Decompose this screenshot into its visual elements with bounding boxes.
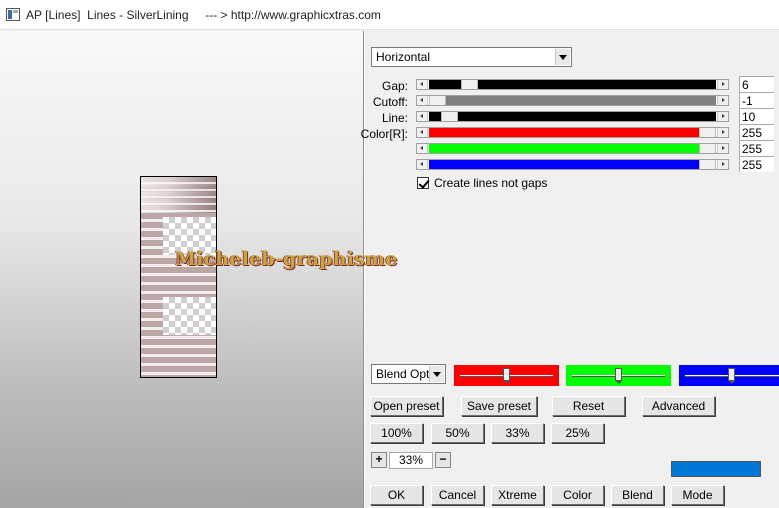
cutoff-track[interactable] [429, 96, 716, 105]
window-title: AP [Lines] Lines - SilverLining --- > ht… [26, 8, 381, 22]
reset-button[interactable]: Reset [552, 396, 625, 416]
open-preset-button[interactable]: Open preset [370, 396, 443, 416]
zoom-33-button[interactable]: 33% [491, 423, 544, 443]
color-button[interactable]: Color [551, 485, 604, 505]
ok-button[interactable]: OK [370, 485, 423, 505]
blend-green-slider[interactable] [566, 365, 671, 386]
cutoff-value-field[interactable]: -1 [739, 92, 774, 108]
zoom-50-button[interactable]: 50% [431, 423, 484, 443]
arrow-left-icon[interactable] [417, 144, 428, 153]
watermark-text: Micheleb-graphisme [175, 248, 398, 270]
blue-value: 255 [742, 158, 763, 172]
title-bar: AP [Lines] Lines - SilverLining --- > ht… [0, 0, 779, 30]
arrow-right-icon[interactable] [717, 80, 728, 89]
blend-red-thumb[interactable] [503, 368, 510, 384]
red-value: 255 [742, 126, 763, 140]
red-slider[interactable] [416, 127, 729, 138]
green-slider[interactable] [416, 143, 729, 154]
arrow-left-icon[interactable] [417, 80, 428, 89]
save-preset-button[interactable]: Save preset [461, 396, 537, 416]
blend-button[interactable]: Blend [611, 485, 664, 505]
gap-value-field[interactable]: 6 [739, 76, 774, 92]
blend-blue-slider[interactable] [679, 365, 779, 386]
blue-value-field[interactable]: 255 [739, 156, 774, 172]
green-track[interactable] [429, 144, 716, 153]
cutoff-label: Cutoff: [372, 95, 408, 109]
gap-slider[interactable] [416, 79, 729, 90]
app-icon [6, 8, 20, 21]
arrow-right-icon[interactable] [717, 128, 728, 137]
line-slider[interactable] [416, 111, 729, 122]
line-track[interactable] [429, 112, 716, 121]
arrow-right-icon[interactable] [717, 160, 728, 169]
xtreme-button[interactable]: Xtreme [491, 485, 544, 505]
arrow-left-icon[interactable] [417, 160, 428, 169]
blue-slider[interactable] [416, 159, 729, 170]
arrow-right-icon[interactable] [717, 112, 728, 121]
transparency-region [163, 297, 216, 335]
green-value-field[interactable]: 255 [739, 140, 774, 156]
chevron-down-icon[interactable] [429, 366, 444, 382]
arrow-left-icon[interactable] [417, 112, 428, 121]
gap-label: Gap: [381, 79, 408, 93]
arrow-right-icon[interactable] [717, 144, 728, 153]
zoom-out-button[interactable]: − [435, 452, 451, 468]
red-thumb[interactable] [699, 128, 716, 137]
advanced-button[interactable]: Advanced [642, 396, 715, 416]
blend-blue-thumb[interactable] [728, 368, 735, 384]
color-r-label: Color[R]: [360, 127, 408, 141]
mode-button[interactable]: Mode [671, 485, 724, 505]
blue-thumb[interactable] [699, 160, 716, 169]
zoom-100-button[interactable]: 100% [370, 423, 423, 443]
blend-red-slider[interactable] [454, 365, 559, 386]
arrow-left-icon[interactable] [417, 128, 428, 137]
cutoff-slider[interactable] [416, 95, 729, 106]
preview-gradient [141, 177, 216, 213]
green-thumb[interactable] [699, 144, 716, 153]
zoom-25-button[interactable]: 25% [551, 423, 604, 443]
blend-options-select[interactable]: Blend Optio [371, 364, 446, 384]
direction-select[interactable]: Horizontal [371, 47, 572, 67]
zoom-in-button[interactable]: + [371, 452, 387, 468]
blend-green-thumb[interactable] [615, 368, 622, 384]
blue-track[interactable] [429, 160, 716, 169]
red-value-field[interactable]: 255 [739, 124, 774, 140]
line-thumb[interactable] [441, 112, 458, 121]
gap-value: 6 [742, 78, 749, 92]
blend-options-value: Blend Optio [376, 367, 432, 381]
gap-thumb[interactable] [461, 80, 478, 89]
line-value-field[interactable]: 10 [739, 108, 774, 124]
color-swatch[interactable] [671, 461, 761, 477]
gap-track[interactable] [429, 80, 716, 89]
line-value: 10 [742, 110, 756, 124]
cancel-button[interactable]: Cancel [431, 485, 484, 505]
zoom-value-field[interactable]: 33% [389, 452, 433, 469]
cutoff-value: -1 [742, 94, 753, 108]
create-lines-checkbox[interactable] [417, 177, 429, 189]
cutoff-thumb[interactable] [429, 96, 446, 105]
red-track[interactable] [429, 128, 716, 137]
line-label: Line: [381, 111, 408, 125]
arrow-left-icon[interactable] [417, 96, 428, 105]
preview-image [140, 176, 217, 378]
arrow-right-icon[interactable] [717, 96, 728, 105]
green-value: 255 [742, 142, 763, 156]
direction-value: Horizontal [376, 50, 431, 64]
create-lines-label: Create lines not gaps [434, 176, 548, 190]
chevron-down-icon[interactable] [555, 49, 570, 65]
